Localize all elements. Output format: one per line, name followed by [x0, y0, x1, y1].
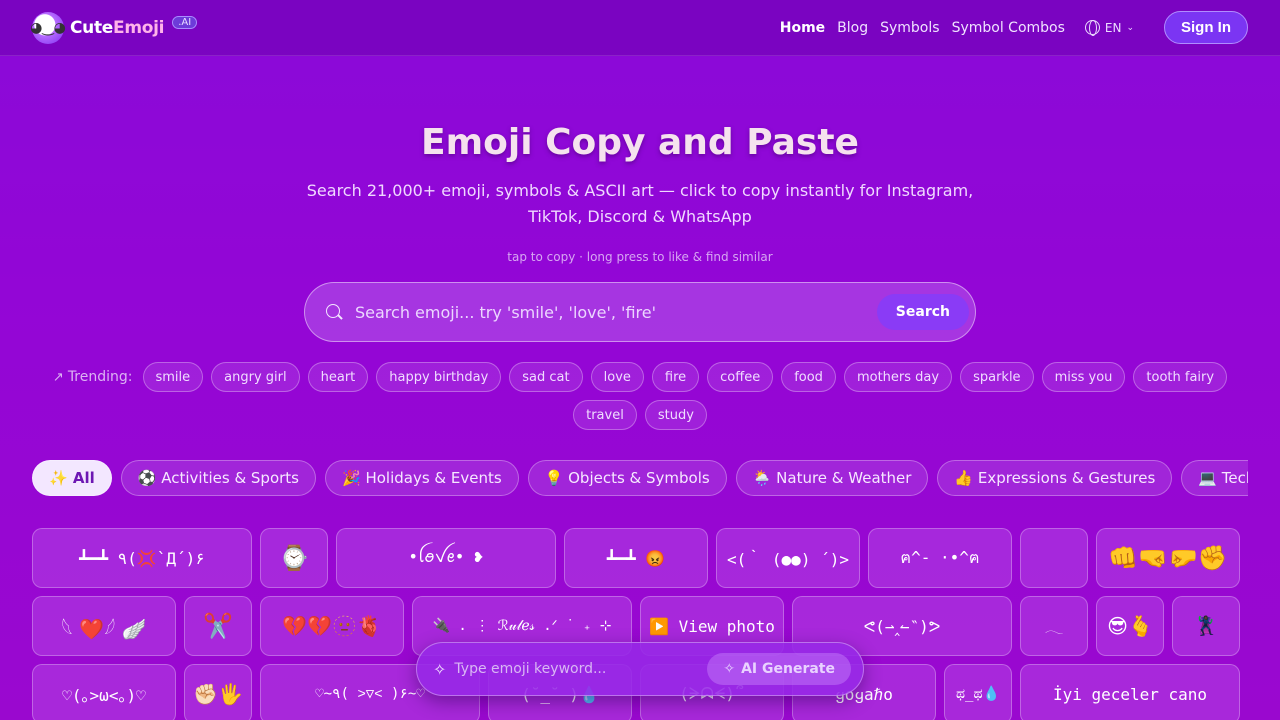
emoji-card[interactable]: ಥ_ಥ💧	[944, 664, 1012, 720]
emoji-card[interactable]: 🦹🏿‍♀️	[1172, 596, 1240, 656]
emoji-card[interactable]: ┻━┻ ٩(💢`Д´)۶	[32, 528, 252, 588]
ai-generate-bar: ✧ ✧ AI Generate	[416, 642, 864, 696]
top-nav-bar: ◕‿◕ CuteEmoji .AI Home Blog Symbols Symb…	[0, 0, 1280, 56]
nav-home[interactable]: Home	[780, 20, 825, 36]
globe-icon	[1084, 20, 1100, 36]
emoji-card[interactable]: 💔💔🫥🫀	[260, 596, 404, 656]
nav-symbols[interactable]: Symbols	[880, 20, 939, 36]
emoji-card[interactable]: ⌚	[260, 528, 328, 588]
emoji-card[interactable]: İyi geceler cano	[1020, 664, 1240, 720]
nav-blog[interactable]: Blog	[837, 20, 868, 36]
trending-tag[interactable]: food	[781, 362, 836, 392]
trending-tag[interactable]: heart	[307, 362, 369, 392]
trending-tag[interactable]: sad cat	[509, 362, 583, 392]
trending-label: ↗ Trending:	[52, 369, 133, 385]
sparkle-icon: ✧	[723, 661, 736, 677]
trending-tag[interactable]: mothers day	[843, 362, 953, 392]
search-button[interactable]: Search	[876, 294, 969, 330]
logo-text: CuteEmoji	[70, 17, 165, 38]
trending-tag[interactable]: coffee	[707, 362, 774, 392]
trending-tag[interactable]: tooth fairy	[1133, 362, 1228, 392]
sign-in-button[interactable]: Sign In	[1164, 11, 1248, 44]
trending-tag[interactable]: smile	[142, 362, 204, 392]
trending-tag[interactable]: happy birthday	[376, 362, 502, 392]
language-selector[interactable]: EN ⌄	[1084, 20, 1134, 36]
trending-tag[interactable]: sparkle	[960, 362, 1034, 392]
trending-tag[interactable]: love	[590, 362, 644, 392]
usage-hint: tap to copy · long press to like & find …	[507, 250, 773, 264]
language-code: EN	[1104, 20, 1122, 35]
tab-expressions-gestures[interactable]: 👍 Expressions & Gestures	[937, 460, 1173, 496]
emoji-card[interactable]: ✊🏻🖐️	[184, 664, 252, 720]
trending-tags: ↗ Trending: smile angry girl heart happy…	[40, 362, 1240, 430]
tab-objects-symbols[interactable]: 💡 Objects & Symbols	[527, 460, 727, 496]
logo-ai-badge: .AI	[172, 16, 198, 29]
logo-mascot-icon: ◕‿◕	[30, 11, 66, 44]
trending-up-icon: ↗	[52, 369, 64, 385]
search-bar: Search	[304, 282, 976, 342]
tab-tech-internet[interactable]: 💻 Tech & Internet	[1181, 460, 1248, 496]
page-subtitle: Search 21,000+ emoji, symbols & ASCII ar…	[306, 181, 974, 226]
trending-tag[interactable]: miss you	[1041, 362, 1126, 392]
emoji-card[interactable]	[1020, 528, 1088, 588]
ai-generate-label: AI Generate	[741, 661, 835, 677]
main-nav: Home Blog Symbols Symbol Combos EN ⌄ Sig…	[780, 11, 1248, 44]
chevron-down-icon: ⌄	[1126, 22, 1134, 33]
trending-tag[interactable]: fire	[651, 362, 700, 392]
emoji-card[interactable]: ฅ^- ·•^ฅ	[868, 528, 1012, 588]
page-title: Emoji Copy and Paste	[421, 122, 859, 163]
emoji-card[interactable]: ┻━┻ 😡	[564, 528, 708, 588]
emoji-card[interactable]: ✂️	[184, 596, 252, 656]
tab-holidays-events[interactable]: 🎉 Holidays & Events	[325, 460, 519, 496]
ai-keyword-input[interactable]	[454, 661, 708, 677]
tab-nature-weather[interactable]: 🌦️ Nature & Weather	[735, 460, 929, 496]
logo[interactable]: ◕‿◕ CuteEmoji .AI	[30, 11, 198, 44]
emoji-card[interactable]: <(｀ (●●) ´)>	[716, 528, 860, 588]
emoji-card[interactable]: 𓂃	[1020, 596, 1088, 656]
tab-activities-sports[interactable]: ⚽ Activities & Sports	[120, 460, 316, 496]
nav-symbol-combos[interactable]: Symbol Combos	[952, 20, 1065, 36]
category-tabs: ✨ All ⚽ Activities & Sports 🎉 Holidays &…	[32, 460, 1248, 498]
trending-tag[interactable]: angry girl	[211, 362, 300, 392]
trending-tag[interactable]: study	[644, 400, 707, 430]
search-input[interactable]	[355, 302, 871, 322]
ai-generate-button[interactable]: ✧ AI Generate	[707, 653, 851, 685]
emoji-card[interactable]: ♡(｡>ω<｡)♡	[32, 664, 176, 720]
emoji-card[interactable]: 𓆩 ❤️𓆪 🪽	[32, 596, 176, 656]
emoji-card[interactable]: •ꪶꪮꪜꫀ• ❥	[336, 528, 556, 588]
trending-tag[interactable]: travel	[573, 400, 637, 430]
emoji-card[interactable]: 👊🤜🤛✊	[1096, 528, 1240, 588]
tab-all[interactable]: ✨ All	[32, 460, 112, 496]
sparkle-icon: ✧	[433, 659, 447, 679]
emoji-card[interactable]: 😎🫰	[1096, 596, 1164, 656]
search-icon	[325, 303, 343, 321]
